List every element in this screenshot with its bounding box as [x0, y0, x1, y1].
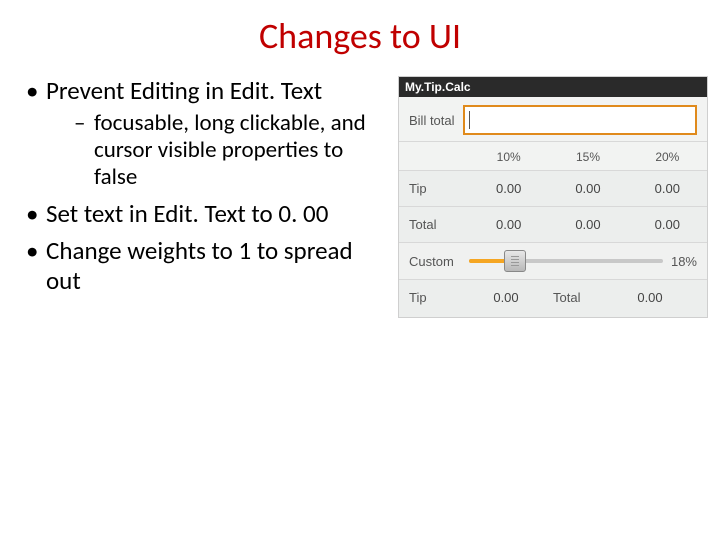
tip-row-label: Tip: [399, 181, 469, 196]
tip-15-value: 0.00: [548, 181, 627, 196]
tip-10-value: 0.00: [469, 181, 548, 196]
percent-header-row: 10% 15% 20%: [399, 141, 707, 170]
bullet-2: Set text in Edit. Text to 0. 00: [24, 199, 388, 229]
tip-row: Tip 0.00 0.00 0.00: [399, 170, 707, 206]
tip-20-value: 0.00: [628, 181, 707, 196]
total-20-value: 0.00: [628, 217, 707, 232]
bill-total-label: Bill total: [409, 113, 455, 128]
tipcalc-app: My.Tip.Calc Bill total 10% 15% 20% Tip 0…: [398, 76, 708, 318]
total-row-label: Total: [399, 217, 469, 232]
bullet-3: Change weights to 1 to spread out: [24, 236, 388, 295]
custom-total-value: 0.00: [603, 290, 697, 305]
custom-row: Custom 18%: [399, 242, 707, 279]
custom-total-label: Total: [553, 290, 603, 305]
total-10-value: 0.00: [469, 217, 548, 232]
bullet-list: Prevent Editing in Edit. Text focusable,…: [24, 76, 388, 318]
bullet-1-sub: focusable, long clickable, and cursor vi…: [74, 110, 388, 191]
custom-tip-slider[interactable]: [469, 251, 663, 271]
bill-total-input[interactable]: [463, 105, 697, 135]
bill-section: Bill total: [399, 97, 707, 141]
slide-title: Changes to UI: [0, 14, 720, 58]
app-screenshot: My.Tip.Calc Bill total 10% 15% 20% Tip 0…: [398, 76, 708, 318]
bullet-1-text: Prevent Editing in Edit. Text: [46, 75, 322, 106]
custom-percent-value: 18%: [671, 254, 697, 269]
total-row: Total 0.00 0.00 0.00: [399, 206, 707, 242]
custom-label: Custom: [409, 254, 461, 269]
pct-10-header: 10%: [469, 150, 548, 164]
pct-20-header: 20%: [628, 150, 707, 164]
content-area: Prevent Editing in Edit. Text focusable,…: [0, 76, 720, 318]
total-15-value: 0.00: [548, 217, 627, 232]
bullet-1: Prevent Editing in Edit. Text focusable,…: [24, 76, 388, 191]
app-titlebar: My.Tip.Calc: [399, 77, 707, 97]
custom-tip-label: Tip: [409, 290, 459, 305]
text-cursor-icon: [469, 111, 470, 129]
slider-thumb-icon[interactable]: [504, 250, 526, 272]
custom-tip-value: 0.00: [459, 290, 553, 305]
custom-results-row: Tip 0.00 Total 0.00: [399, 279, 707, 317]
pct-15-header: 15%: [548, 150, 627, 164]
